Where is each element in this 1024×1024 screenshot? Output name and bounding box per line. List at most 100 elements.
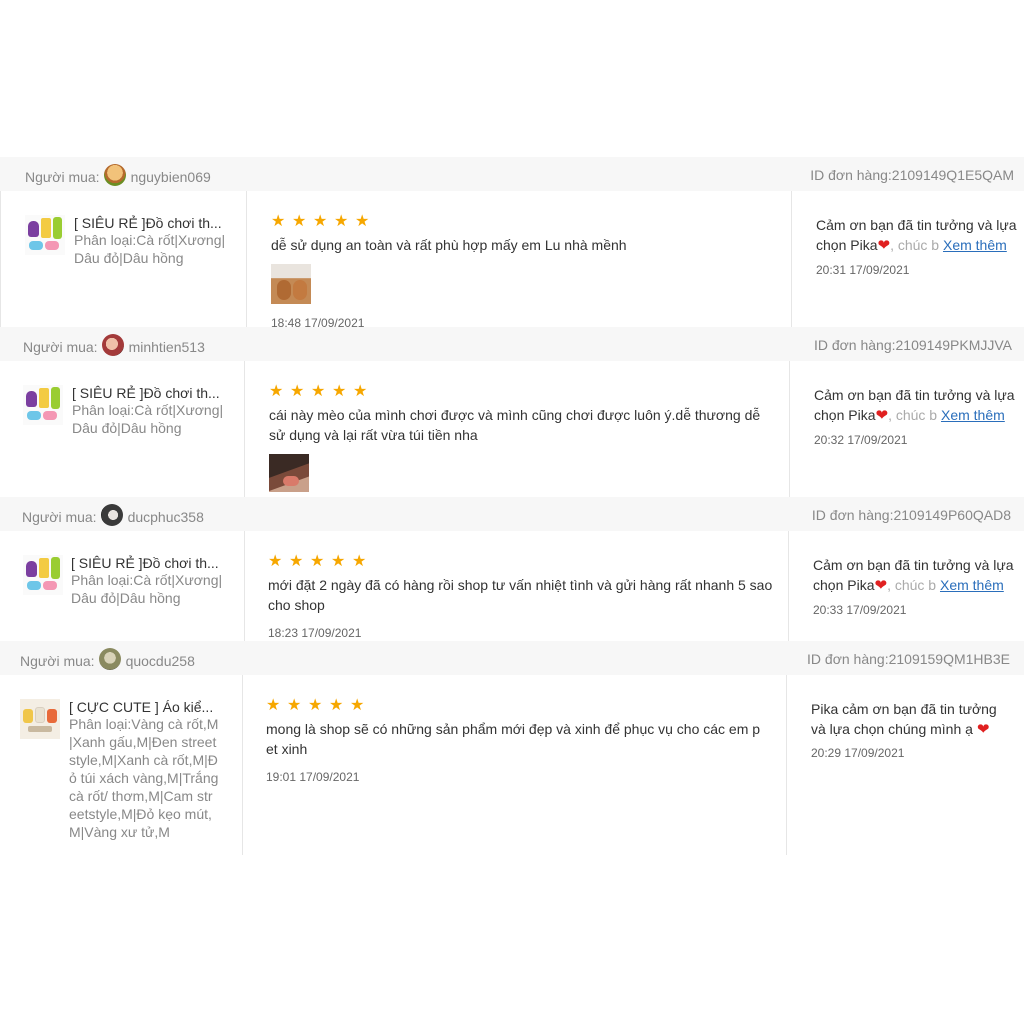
star-icon: ★ (292, 213, 307, 230)
rating-stars: ★ ★ ★ ★ ★ (268, 554, 368, 570)
star-icon: ★ (266, 697, 281, 714)
review-header: Người mua: nguybien069 ID đơn hàng:21091… (0, 157, 1024, 191)
heart-icon: ❤ (976, 721, 990, 738)
product-variation: Phân loại:Vàng cà rốt,M|Xanh gấu,M|Đen s… (69, 716, 219, 840)
column-divider (244, 361, 245, 499)
avatar[interactable] (98, 648, 121, 670)
star-icon: ★ (313, 213, 328, 230)
seller-reply: Cảm ơn bạn đã tin tưởng và lựa chọn Pika… (816, 215, 1021, 256)
buyer-username[interactable]: minhtien513 (129, 339, 205, 355)
reply-time: 20:31 17/09/2021 (816, 263, 910, 277)
reply-text: Pika cảm ơn bạn đã tin tưởng và lựa chọn… (811, 701, 997, 737)
order-id: ID đơn hàng:2109149P60QAD8 (811, 507, 1011, 523)
buyer-info: Người mua: minhtien513 (23, 334, 205, 356)
star-icon: ★ (269, 383, 284, 400)
review-header: Người mua: quocdu258 ID đơn hàng:2109159… (0, 641, 1024, 675)
product-variation: Phân loại:Cà rốt|Xương|Dâu đỏ|Dâu hồng (71, 572, 223, 606)
column-divider (791, 191, 792, 329)
star-icon: ★ (308, 697, 323, 714)
rating-stars: ★ ★ ★ ★ ★ (269, 384, 369, 400)
product-variation: Phân loại:Cà rốt|Xương|Dâu đỏ|Dâu hồng (72, 402, 224, 436)
review-comment: dễ sử dụng an toàn và rất phù hợp mấy em… (271, 237, 627, 253)
review-photo[interactable] (271, 264, 311, 304)
buyer-label: Người mua: (22, 508, 97, 525)
review-header: Người mua: ducphuc358 ID đơn hàng:210914… (0, 497, 1024, 531)
review-row: Người mua: minhtien513 ID đơn hàng:21091… (0, 327, 1024, 499)
heart-icon: ❤ (877, 237, 891, 254)
reply-truncated-text: , chúc b (888, 407, 938, 423)
buyer-label: Người mua: (25, 168, 100, 185)
review-time: 18:23 17/09/2021 (268, 626, 362, 640)
reply-time: 20:29 17/09/2021 (811, 746, 905, 760)
star-icon: ★ (311, 383, 326, 400)
star-icon: ★ (352, 553, 367, 570)
seller-reply: Pika cảm ơn bạn đã tin tưởng và lựa chọn… (811, 699, 1011, 740)
star-icon: ★ (310, 553, 325, 570)
reply-truncated-text: , chúc b (887, 577, 937, 593)
column-divider (246, 191, 247, 329)
reply-truncated-text: , chúc b (890, 237, 940, 253)
see-more-link[interactable]: Xem thêm (941, 407, 1005, 423)
column-divider (789, 361, 790, 499)
product-title[interactable]: [ SIÊU RẺ ]Đồ chơi th... (72, 385, 222, 401)
star-icon: ★ (350, 697, 365, 714)
see-more-link[interactable]: Xem thêm (940, 577, 1004, 593)
star-icon: ★ (355, 213, 370, 230)
star-icon: ★ (289, 553, 304, 570)
column-divider (788, 531, 789, 643)
buyer-info: Người mua: ducphuc358 (22, 504, 204, 526)
star-icon: ★ (271, 213, 286, 230)
star-icon: ★ (332, 383, 347, 400)
review-comment: cái này mèo của mình chơi được và mình c… (269, 407, 761, 443)
avatar[interactable] (100, 504, 123, 526)
review-row: Người mua: ducphuc358 ID đơn hàng:210914… (0, 497, 1024, 643)
see-more-link[interactable]: Xem thêm (943, 237, 1007, 253)
buyer-info: Người mua: nguybien069 (25, 164, 211, 186)
column-divider (0, 191, 1, 329)
reply-time: 20:33 17/09/2021 (813, 603, 907, 617)
review-row: Người mua: nguybien069 ID đơn hàng:21091… (0, 157, 1024, 330)
buyer-label: Người mua: (20, 652, 95, 669)
star-icon: ★ (331, 553, 346, 570)
order-id: ID đơn hàng:2109149PKMJJVA (813, 337, 1012, 353)
order-id: ID đơn hàng:2109149Q1E5QAM (810, 167, 1014, 183)
column-divider (244, 531, 245, 643)
product-variation: Phân loại:Cà rốt|Xương|Dâu đỏ|Dâu hồng (74, 232, 226, 266)
product-title[interactable]: [ SIÊU RẺ ]Đồ chơi th... (71, 555, 221, 571)
buyer-username[interactable]: ducphuc358 (128, 509, 204, 525)
review-time: 19:01 17/09/2021 (266, 770, 360, 784)
review-photo[interactable] (269, 454, 309, 492)
buyer-label: Người mua: (23, 338, 98, 355)
buyer-info: Người mua: quocdu258 (20, 648, 195, 670)
product-thumbnail[interactable] (23, 555, 63, 595)
reply-time: 20:32 17/09/2021 (814, 433, 908, 447)
review-comment: mới đặt 2 ngày đã có hàng rồi shop tư vấ… (268, 577, 773, 613)
avatar[interactable] (103, 164, 126, 186)
avatar[interactable] (101, 334, 124, 356)
order-id: ID đơn hàng:2109159QM1HB3E (807, 651, 1010, 667)
review-row: Người mua: quocdu258 ID đơn hàng:2109159… (0, 641, 1024, 855)
star-icon: ★ (353, 383, 368, 400)
product-thumbnail[interactable] (25, 215, 65, 255)
heart-icon: ❤ (874, 577, 888, 594)
review-comment: mong là shop sẽ có những sản phẩm mới đẹ… (266, 721, 761, 757)
buyer-username[interactable]: nguybien069 (131, 169, 211, 185)
buyer-username[interactable]: quocdu258 (126, 653, 195, 669)
heart-icon: ❤ (875, 407, 889, 424)
seller-reply: Cảm ơn bạn đã tin tưởng và lựa chọn Pika… (814, 385, 1019, 426)
star-icon: ★ (334, 213, 349, 230)
product-title[interactable]: [ SIÊU RẺ ]Đồ chơi th... (74, 215, 224, 231)
product-title[interactable]: [ CỰC CUTE ] Áo kiể... (69, 699, 219, 715)
product-thumbnail[interactable] (23, 385, 63, 425)
star-icon: ★ (268, 553, 283, 570)
review-header: Người mua: minhtien513 ID đơn hàng:21091… (0, 327, 1024, 361)
seller-reply: Cảm ơn bạn đã tin tưởng và lựa chọn Pika… (813, 555, 1018, 596)
rating-stars: ★ ★ ★ ★ ★ (266, 698, 366, 714)
star-icon: ★ (287, 697, 302, 714)
column-divider (786, 675, 787, 855)
star-icon: ★ (329, 697, 344, 714)
star-icon: ★ (290, 383, 305, 400)
rating-stars: ★ ★ ★ ★ ★ (271, 214, 371, 230)
column-divider (242, 675, 243, 855)
product-thumbnail[interactable] (20, 699, 60, 739)
